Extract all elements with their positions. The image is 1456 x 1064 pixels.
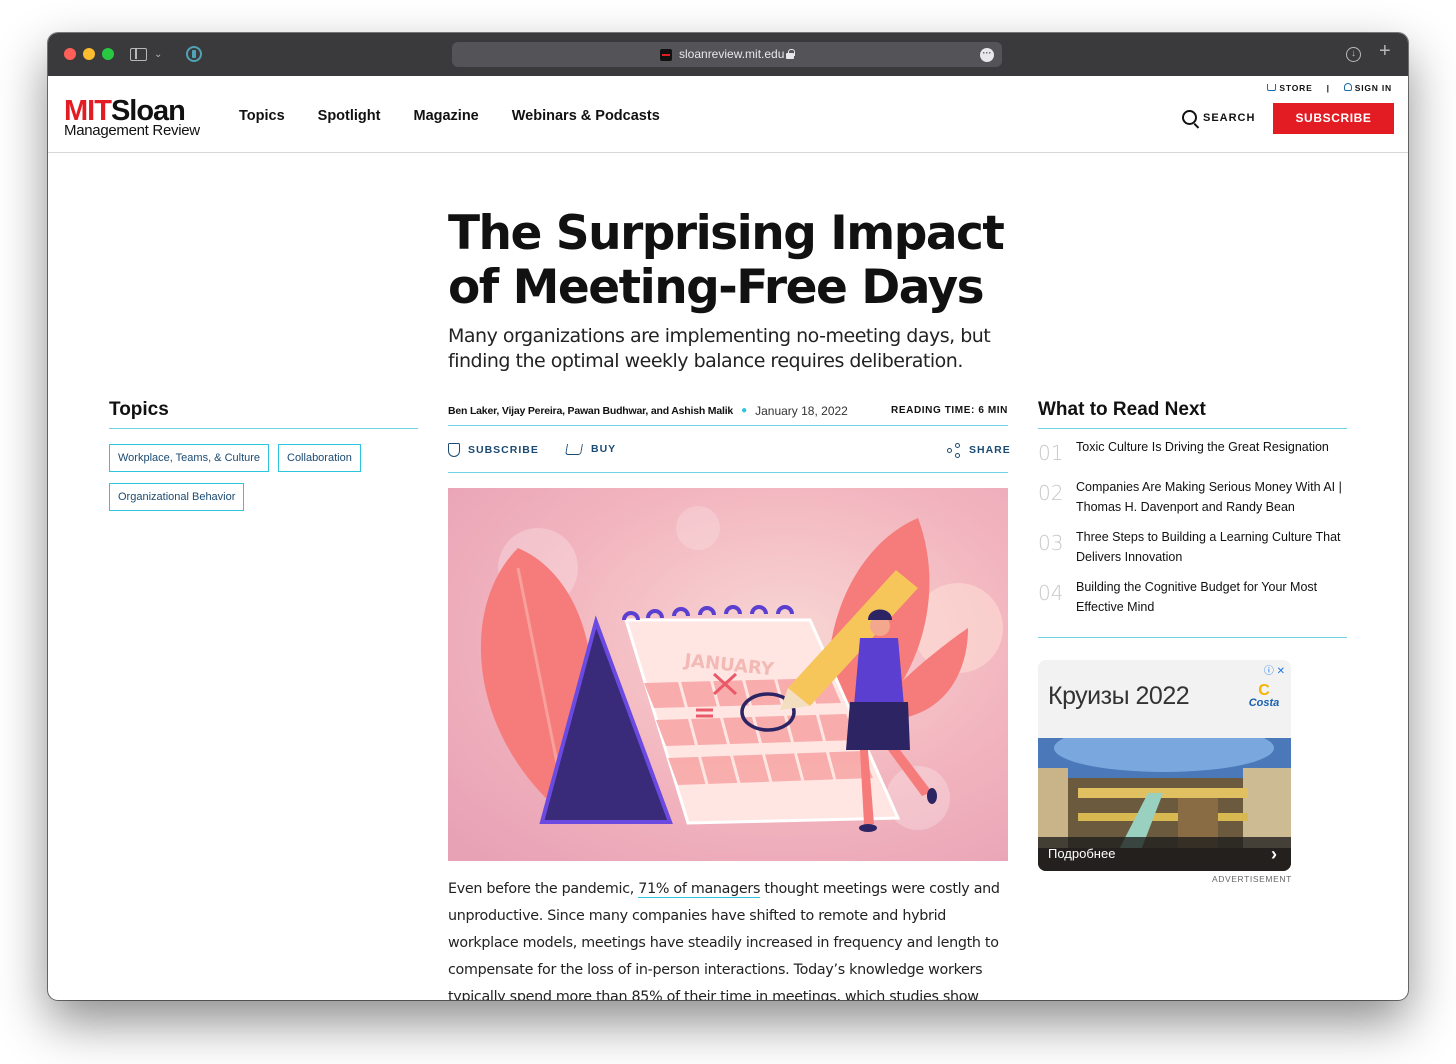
sign-in-label: SIGN IN (1354, 83, 1392, 93)
article-date: January 18, 2022 (755, 403, 848, 418)
nav-spotlight[interactable]: Spotlight (318, 108, 381, 124)
advertisement[interactable]: ⓘ ✕ Круизы 2022 C Costa Подробнее › (1038, 660, 1291, 871)
body-link-managers[interactable]: 71% of managers (638, 881, 760, 898)
minimize-window-button[interactable] (83, 48, 95, 60)
article-subscribe-label: SUBSCRIBE (468, 444, 539, 456)
read-next-number: 04 (1038, 581, 1064, 605)
new-tab-icon[interactable]: + (1379, 41, 1391, 61)
user-icon (1343, 83, 1352, 91)
article-authors[interactable]: Ben Laker, Vijay Pereira, Pawan Budhwar,… (448, 405, 733, 417)
list-item: 04 Building the Cognitive Budget for You… (1038, 577, 1347, 617)
nav-magazine[interactable]: Magazine (413, 108, 478, 124)
article-dek: Many organizations are implementing no-m… (448, 325, 991, 372)
browser-toolbar: ⌄ sloanreview.mit.edu ··· ↓ + (48, 33, 1408, 76)
site-header: MITSloan Management Review Topics Spotli… (48, 76, 1408, 153)
body-text-rest: thought meetings were costly and unprodu… (448, 881, 1000, 1000)
read-next-number: 01 (1038, 441, 1064, 465)
shield-icon (448, 443, 460, 457)
utility-separator: | (1326, 83, 1330, 93)
search-label: SEARCH (1203, 111, 1256, 124)
read-next-link[interactable]: Companies Are Making Serious Money With … (1076, 477, 1347, 517)
lock-icon (786, 49, 795, 59)
ad-brand-name: Costa (1248, 697, 1280, 709)
article-actions: SUBSCRIBE BUY SHARE (448, 427, 1011, 473)
ad-cta-label: Подробнее (1048, 846, 1116, 861)
buy-button[interactable]: BUY (565, 443, 617, 455)
address-bar-url: sloanreview.mit.edu (679, 47, 785, 61)
chevron-down-icon[interactable]: ⌄ (154, 45, 162, 65)
person-torso (854, 638, 904, 706)
sign-in-link[interactable]: SIGN IN (1343, 83, 1392, 93)
share-button[interactable]: SHARE (947, 443, 1011, 458)
article-title: The Surprising Impact of Meeting-Free Da… (448, 206, 1005, 315)
read-next-link[interactable]: Three Steps to Building a Learning Cultu… (1076, 527, 1347, 567)
cart-icon (1267, 84, 1277, 91)
password-manager-icon[interactable] (186, 46, 202, 62)
share-label: SHARE (969, 444, 1011, 456)
buy-label: BUY (591, 443, 617, 455)
body-text-intro: Even before the pandemic, (448, 881, 639, 897)
more-options-icon[interactable]: ··· (980, 48, 994, 62)
calendar-illustration: JANUARY (448, 488, 1008, 861)
store-link[interactable]: STORE (1267, 83, 1312, 93)
ad-brand-mark-icon: C (1258, 682, 1270, 699)
browser-window: ⌄ sloanreview.mit.edu ··· ↓ + MITSloan M… (48, 33, 1408, 1000)
read-next-number: 03 (1038, 531, 1064, 555)
share-icon (947, 443, 961, 458)
read-next-link[interactable]: Toxic Culture Is Driving the Great Resig… (1076, 437, 1347, 467)
utility-links: STORE | SIGN IN (1267, 83, 1392, 93)
nav-topics[interactable]: Topics (239, 108, 285, 124)
topic-tag-collaboration[interactable]: Collaboration (278, 444, 361, 472)
ad-brand-logo: C Costa (1246, 682, 1282, 710)
downloads-icon[interactable]: ↓ (1346, 47, 1361, 62)
sidebar-toggle-icon[interactable] (130, 48, 147, 61)
nav-webinars-podcasts[interactable]: Webinars & Podcasts (512, 108, 660, 124)
ad-cta-button[interactable]: Подробнее › (1038, 837, 1291, 871)
search-icon (1182, 110, 1197, 125)
main-nav: Topics Spotlight Magazine Webinars & Pod… (239, 108, 693, 124)
close-window-button[interactable] (64, 48, 76, 60)
read-next-heading: What to Read Next (1038, 399, 1347, 429)
logo-subtitle: Management Review (64, 122, 200, 139)
byline-dot: ● (741, 405, 748, 416)
cart-icon (565, 443, 583, 455)
topics-heading: Topics (109, 399, 418, 429)
ad-close-icon[interactable]: ⓘ ✕ (1264, 662, 1285, 677)
read-next-list: 01 Toxic Culture Is Driving the Great Re… (1038, 437, 1347, 638)
chevron-right-icon: › (1271, 844, 1277, 864)
topic-tag-organizational-behavior[interactable]: Organizational Behavior (109, 483, 245, 511)
header-subscribe-button[interactable]: SUBSCRIBE (1273, 103, 1394, 134)
list-item: 03 Three Steps to Building a Learning Cu… (1038, 527, 1347, 567)
search-button[interactable]: SEARCH (1182, 110, 1255, 125)
address-bar[interactable]: sloanreview.mit.edu ··· (452, 42, 1002, 67)
read-next-number: 02 (1038, 481, 1064, 505)
hero-illustration: JANUARY (448, 488, 1008, 861)
zoom-window-button[interactable] (102, 48, 114, 60)
store-label: STORE (1279, 83, 1313, 93)
article-body: Even before the pandemic, 71% of manager… (448, 876, 1008, 1000)
article-subscribe-button[interactable]: SUBSCRIBE (448, 443, 539, 457)
site-favicon-icon (660, 49, 672, 61)
topic-tag-workplace[interactable]: Workplace, Teams, & Culture (109, 444, 270, 472)
ad-label: ADVERTISEMENT (1212, 874, 1292, 884)
list-item: 01 Toxic Culture Is Driving the Great Re… (1038, 437, 1347, 467)
article-byline: Ben Laker, Vijay Pereira, Pawan Budhwar,… (448, 396, 1008, 426)
ad-title: Круизы 2022 (1048, 682, 1190, 710)
reading-time: READING TIME: 6 MIN (891, 405, 1008, 416)
list-item: 02 Companies Are Making Serious Money Wi… (1038, 477, 1347, 517)
read-next-link[interactable]: Building the Cognitive Budget for Your M… (1076, 577, 1347, 617)
site-logo[interactable]: MITSloan Management Review (64, 97, 200, 139)
